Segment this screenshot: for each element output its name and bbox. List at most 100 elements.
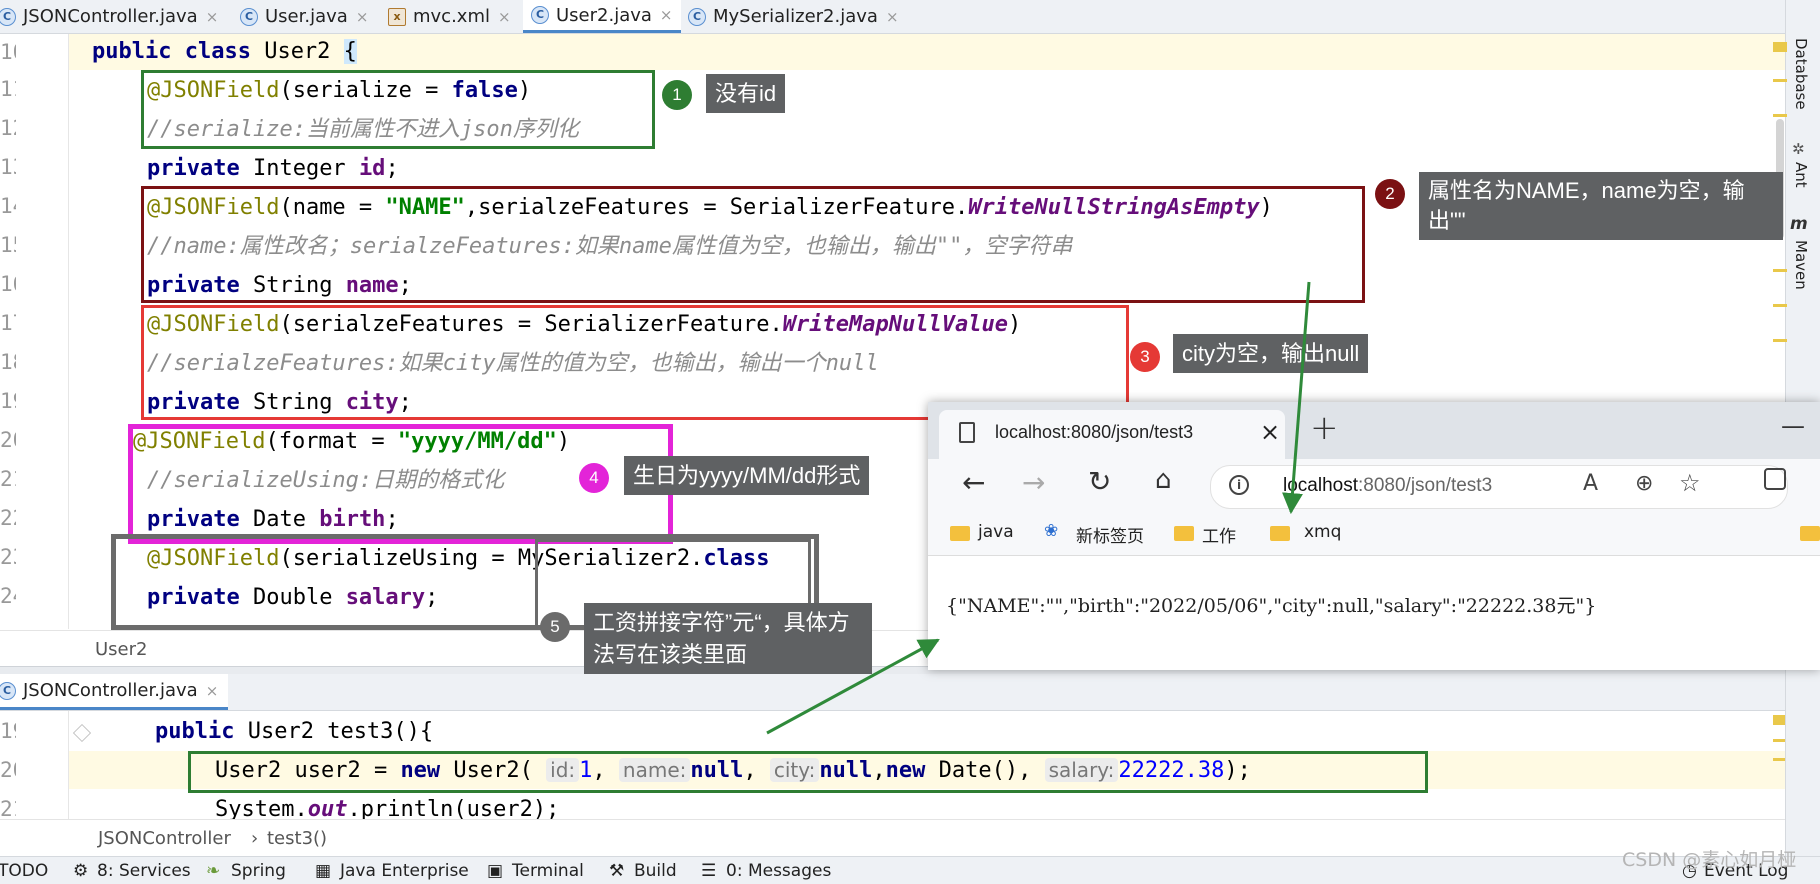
url-text: localhost:8080/json/test3 [1283, 475, 1493, 496]
home-icon[interactable]: ⌂ [1155, 465, 1172, 495]
tab-label: MySerializer2.java [713, 6, 878, 27]
ant-tool-tab[interactable]: Ant [1792, 162, 1810, 188]
class-icon: C [0, 7, 16, 26]
bottom-code-editor[interactable]: 19 20 21 public User2 test3(){ User2 use… [0, 711, 1785, 819]
folder-icon [1270, 526, 1290, 541]
class-icon: C [531, 6, 549, 24]
close-icon[interactable]: × [886, 8, 899, 26]
build-tool[interactable]: Build [634, 861, 677, 881]
line-number: 23 [0, 545, 16, 569]
callout-2: 属性名为NAME，name为空，输出"" [1419, 172, 1783, 240]
breadcrumb-class[interactable]: JSONController [98, 828, 231, 849]
bookmarks-bar: java ❀ 新标签页 工作 xmq [928, 511, 1820, 556]
breadcrumb-method[interactable]: test3() [267, 828, 327, 849]
line-number: 11 [0, 77, 16, 101]
line-gutter: 10 11 12 13 14 15 16 17 18 19 20 21 22 2… [0, 34, 69, 629]
line-number: 21 [0, 797, 16, 819]
bookmark-java[interactable]: java [978, 522, 1014, 542]
folder-icon [950, 526, 970, 541]
zoom-icon[interactable]: ⊕ [1635, 471, 1653, 496]
browser-window: localhost:8080/json/test3 × + — ← → ↻ ⌂ … [928, 402, 1820, 670]
breadcrumb-separator: › [251, 828, 259, 849]
tab-myserializer2[interactable]: C MySerializer2.java × [688, 0, 899, 33]
maven-tool-tab[interactable]: Maven [1792, 240, 1810, 290]
line-number: 18 [0, 350, 16, 374]
callout-2-badge: 2 [1375, 179, 1405, 209]
line-number: 24 [0, 584, 16, 608]
services-icon: ⚙ [73, 861, 89, 881]
close-icon[interactable]: × [206, 8, 219, 26]
tool-window-bar: TODO ⚙ 8: Services ❧ Spring ▦ Java Enter… [0, 849, 1820, 884]
minimize-button[interactable]: — [1781, 412, 1805, 440]
close-icon[interactable]: × [1260, 418, 1280, 446]
line-number: 19 [0, 389, 16, 413]
tab-jsoncontroller[interactable]: C JSONController.java × [0, 0, 218, 33]
watermark: CSDN @素心如月桠 [1622, 849, 1797, 871]
breadcrumb-class[interactable]: User2 [95, 639, 147, 660]
messages-icon: ☰ [701, 861, 717, 881]
back-button-icon[interactable]: ← [962, 466, 985, 499]
services-tool[interactable]: 8: Services [97, 861, 191, 881]
info-icon[interactable]: i [1229, 475, 1249, 495]
browser-tab[interactable]: localhost:8080/json/test3 × [939, 410, 1285, 459]
class-icon: C [240, 7, 258, 26]
line-number: 19 [0, 719, 16, 743]
line-number: 13 [0, 155, 16, 179]
code-line-10: public class User2 { [92, 39, 357, 64]
new-tab-button[interactable]: + [1310, 408, 1339, 448]
ant-icon: ✲ [1792, 140, 1805, 158]
line-number: 20 [0, 428, 16, 452]
collections-icon[interactable] [1764, 468, 1786, 490]
tab-user[interactable]: C User.java × [240, 0, 368, 33]
scroll-marker [1773, 739, 1785, 742]
warning-marker [1773, 715, 1785, 725]
maven-icon: m [1790, 214, 1808, 234]
scroll-marker [1773, 758, 1785, 761]
read-aloud-icon[interactable]: A [1583, 471, 1598, 496]
line-number: 16 [0, 272, 16, 296]
bookmark-xmq[interactable]: xmq [1304, 522, 1341, 542]
todo-tool[interactable]: TODO [0, 861, 48, 881]
line-number: 10 [0, 40, 16, 64]
baidu-paw-icon: ❀ [1044, 521, 1059, 541]
close-icon[interactable]: × [206, 682, 219, 700]
class-icon: C [0, 681, 16, 700]
fold-icon[interactable] [72, 723, 92, 743]
annotation-box-constructor [188, 751, 1428, 793]
favorite-icon[interactable]: ☆ [1679, 469, 1701, 497]
bottom-tab-bar: C JSONController.java × [0, 674, 1785, 711]
tab-label: User2.java [556, 4, 652, 26]
line-number: 12 [0, 116, 16, 140]
scroll-marker [1773, 79, 1787, 82]
close-icon[interactable]: × [498, 8, 511, 26]
refresh-icon[interactable]: ↻ [1088, 465, 1111, 498]
terminal-tool[interactable]: Terminal [512, 861, 584, 881]
bookmark-new-tab[interactable]: 新标签页 [1076, 522, 1144, 547]
scroll-marker [1773, 304, 1787, 307]
scroll-marker [1773, 114, 1787, 117]
tab-user2[interactable]: C User2.java × [523, 0, 681, 33]
tab-label: mvc.xml [413, 6, 490, 27]
editor-tab-bar: C JSONController.java × C User.java × x … [0, 0, 1785, 34]
java-enterprise-icon: ▦ [315, 861, 332, 881]
database-tool-tab[interactable]: Database [1792, 38, 1810, 110]
terminal-icon: ▣ [487, 861, 504, 881]
line-number: 15 [0, 233, 16, 257]
close-icon[interactable]: × [660, 6, 673, 24]
java-enterprise-tool[interactable]: Java Enterprise [340, 861, 469, 881]
forward-button-icon[interactable]: → [1022, 466, 1045, 499]
tab-label: JSONController.java [23, 680, 198, 701]
callout-5: 工资拼接字符”元“，具体方法写在该类里面 [584, 603, 872, 675]
tab-jsoncontroller-bottom[interactable]: C JSONController.java × [0, 674, 229, 710]
tab-mvc-xml[interactable]: x mvc.xml × [388, 0, 511, 33]
close-icon[interactable]: × [356, 8, 369, 26]
spring-tool[interactable]: Spring [231, 861, 286, 881]
bookmark-work[interactable]: 工作 [1202, 522, 1236, 547]
code-line-13: private Integer id; [147, 156, 399, 181]
address-bar[interactable]: i localhost:8080/json/test3 A ⊕ ☆ [1210, 465, 1788, 509]
line-number: 22 [0, 506, 16, 530]
callout-4: 生日为yyyy/MM/dd形式 [624, 456, 870, 495]
code-line-19: public User2 test3(){ [155, 719, 434, 744]
browser-tab-title: localhost:8080/json/test3 [995, 422, 1194, 442]
messages-tool[interactable]: 0: Messages [726, 861, 831, 881]
